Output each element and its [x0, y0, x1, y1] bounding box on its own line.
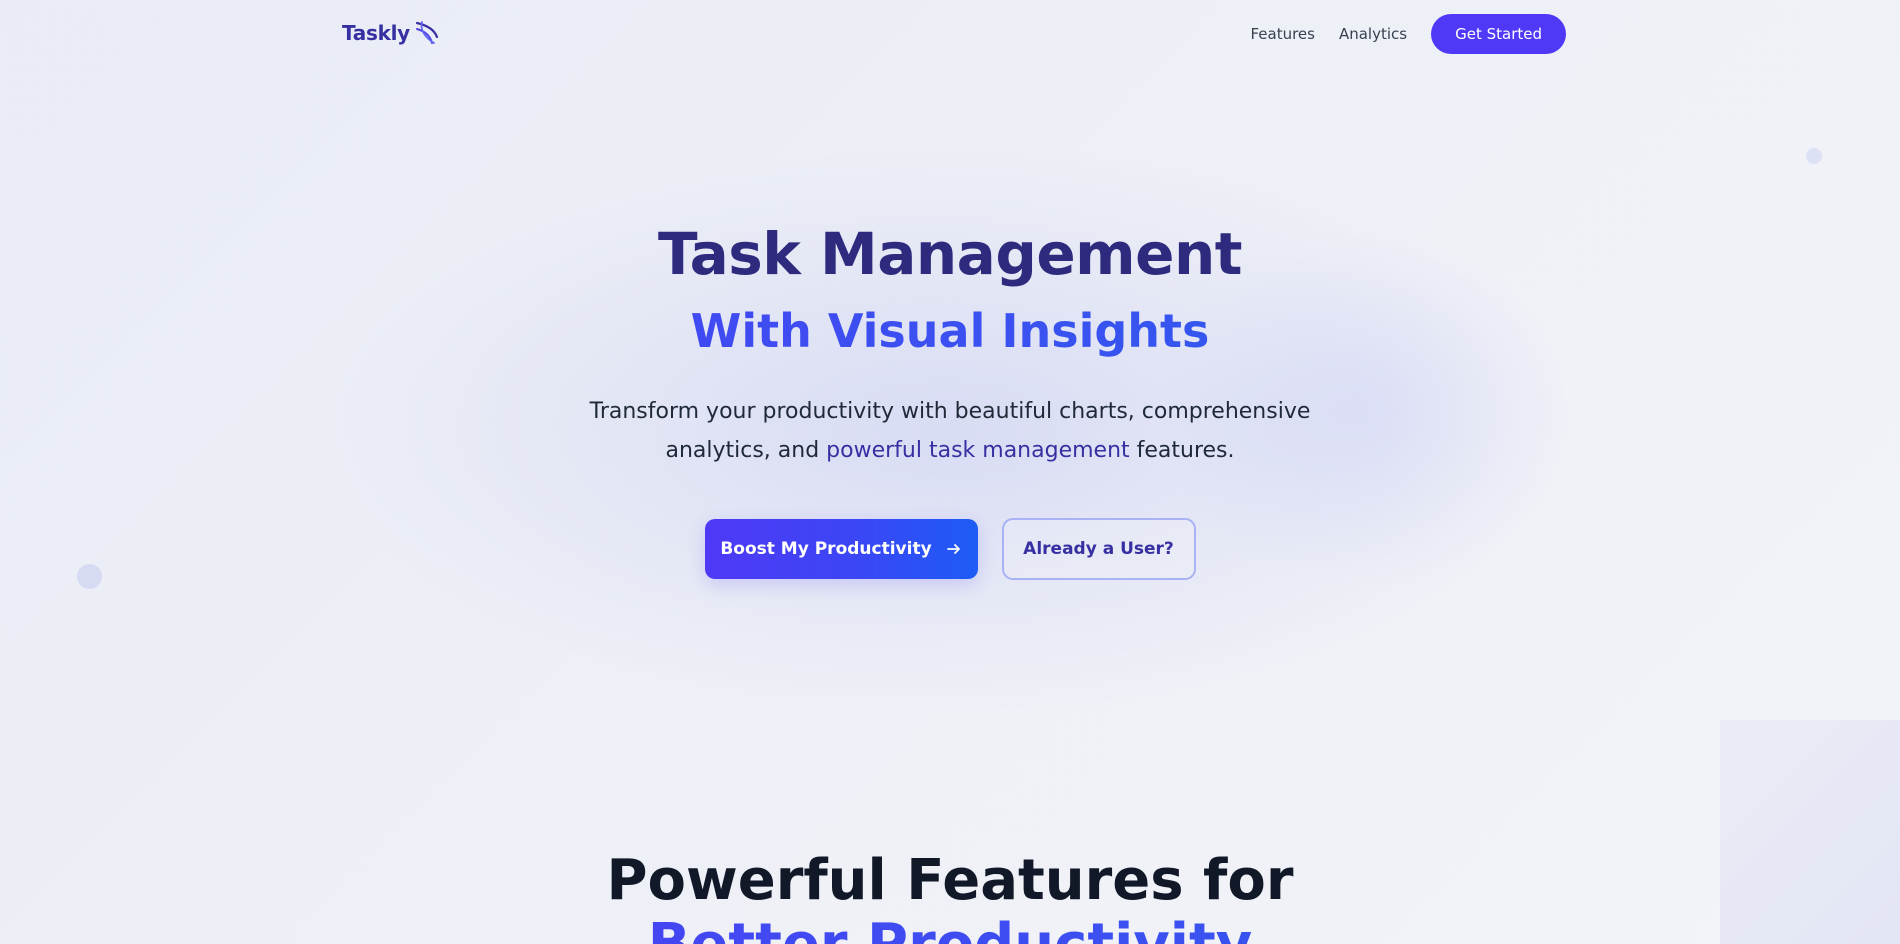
arrow-right-icon — [946, 541, 962, 557]
decorative-dot — [1806, 148, 1822, 164]
nav-link-analytics[interactable]: Analytics — [1339, 25, 1407, 43]
nav-link-features[interactable]: Features — [1250, 25, 1315, 43]
logo-text: Taskly — [342, 21, 410, 45]
already-user-button[interactable]: Already a User? — [1001, 518, 1196, 580]
hero-description-highlight: powerful task management — [826, 438, 1130, 463]
top-navigation: Taskly Features Analytics Get Started — [0, 0, 1900, 68]
features-subtitle: Better Productivity — [0, 912, 1900, 944]
nav-links: Features Analytics Get Started — [1250, 14, 1566, 54]
logo[interactable]: Taskly — [342, 19, 440, 47]
boost-productivity-button[interactable]: Boost My Productivity — [704, 519, 978, 579]
features-title: Powerful Features for — [606, 848, 1294, 913]
boost-productivity-label: Boost My Productivity — [720, 539, 932, 559]
hero-buttons: Boost My Productivity Already a User? — [0, 518, 1900, 580]
hero-description-text-end: features. — [1129, 438, 1235, 463]
hero-subtitle: With Visual Insights — [0, 300, 1900, 362]
hero-title: Task Management — [658, 220, 1242, 288]
hero-description: Transform your productivity with beautif… — [560, 392, 1340, 470]
swoosh-icon — [414, 19, 440, 47]
get-started-button[interactable]: Get Started — [1431, 14, 1566, 54]
